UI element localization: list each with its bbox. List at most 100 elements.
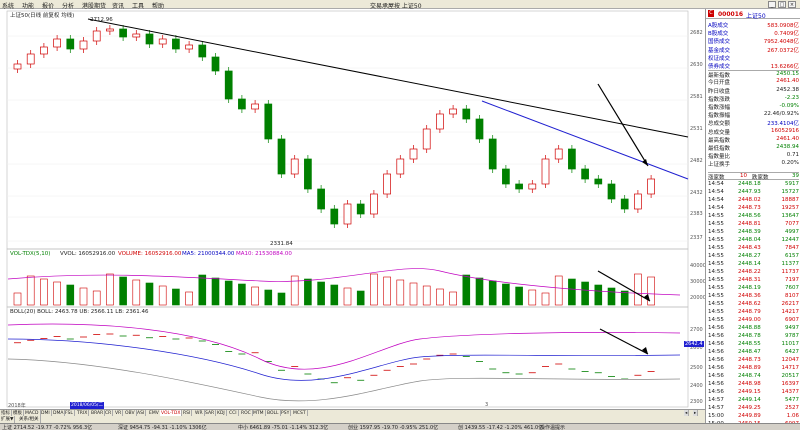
low-price-label: 2331.84 — [270, 241, 293, 247]
tick-row: 14:55 2448.36 8107 — [708, 293, 799, 301]
down-count-label: 跌家数 — [752, 175, 769, 181]
quote-row: 债券成交 13.6266亿 — [708, 62, 799, 70]
volume-bar — [264, 289, 273, 306]
tick-price: 2449.89 — [738, 413, 761, 419]
boll-y-tick: 2400 — [690, 383, 703, 389]
tick-time: 14:55 — [708, 309, 724, 315]
tab-relation[interactable]: 关系/相关 — [18, 416, 41, 423]
quote-row: 上证换手 0.20% — [708, 160, 799, 169]
tick-volume: 2527 — [785, 405, 799, 411]
chart-area[interactable]: 上证50(日线 前复权 均线) 2712.96 2331.84 VOL-TDX(… — [0, 9, 706, 409]
candle — [422, 128, 431, 150]
close-icon[interactable]: × — [788, 1, 796, 8]
vol-y-tick: 30000 — [690, 279, 706, 285]
volume-bar — [13, 292, 22, 306]
volume-bar — [383, 276, 391, 306]
tick-price: 2448.89 — [738, 365, 761, 371]
tick-row: 14:55 2448.56 13647 — [708, 213, 799, 221]
vvol-label: VVOL: 16052916.00 — [60, 251, 116, 257]
quote-header: C 000016 上证50 — [706, 9, 800, 20]
tick-volume: 6157 — [785, 253, 799, 259]
quote-row-label: 债券成交 — [708, 64, 731, 70]
tick-price: 2449.15 — [738, 389, 761, 395]
tick-price: 2448.04 — [738, 237, 761, 243]
tick-volume: 7847 — [785, 245, 799, 251]
tick-price: 2448.98 — [738, 381, 761, 387]
tick-time: 14:56 — [708, 373, 724, 379]
candle — [634, 193, 642, 210]
tick-time: 14:57 — [708, 405, 724, 411]
volume-bar — [396, 279, 405, 306]
volume-bar — [436, 288, 444, 306]
volume-bar — [132, 279, 141, 306]
tick-time: 14:56 — [708, 333, 724, 339]
quote-row-label: 上证换手 — [708, 162, 731, 169]
quote-row-value: 233.4104亿 — [767, 121, 799, 128]
volume-label: VOLUME: 16052916.00 — [118, 251, 182, 257]
kline-chart[interactable] — [0, 9, 705, 409]
tick-time: 14:56 — [708, 349, 724, 355]
tick-volume: 8107 — [785, 293, 799, 299]
tick-time: 14:55 — [708, 221, 724, 227]
volume-bar — [449, 291, 457, 306]
candle — [26, 53, 35, 65]
tick-volume: 1.06 — [786, 413, 799, 419]
main-chart-title: 上证50(日线 前复权 均线) — [10, 13, 75, 19]
tick-row: 14:54 2447.93 15727 — [708, 189, 799, 197]
sub-tabs: 扩展▼ 关系/相关 — [0, 416, 705, 423]
tick-row: 14:56 2448.88 9497 — [708, 325, 799, 333]
tick-time: 14:55 — [708, 229, 724, 235]
maximize-icon[interactable]: □ — [778, 1, 786, 8]
quote-row-label: 指数涨幅 — [708, 105, 731, 111]
tick-price: 2448.19 — [738, 285, 761, 291]
tick-row: 14:55 2448.22 11737 — [708, 269, 799, 277]
quote-row-label: 指数涨跌 — [708, 96, 731, 103]
candle — [40, 46, 48, 55]
volume-bar — [211, 277, 220, 306]
volume-bar — [119, 276, 127, 306]
tick-time: 14:55 — [708, 285, 724, 291]
quote-row: A股成交 583.0908亿 — [708, 21, 799, 29]
tick-row: 14:55 2448.43 7847 — [708, 245, 799, 253]
quote-row-value: 2461.40 — [776, 135, 799, 142]
quote-row-value: 267.0372亿 — [767, 47, 799, 54]
candle — [106, 28, 114, 32]
quote-row: 今日开盘 2461.40 — [708, 78, 799, 87]
quote-row: 总成交量 16052916 — [708, 128, 799, 136]
volume-bar — [238, 283, 246, 306]
volume-bar — [40, 278, 48, 306]
minimize-icon[interactable]: _ — [768, 1, 776, 8]
ma5-label: MA5: 21000344.00 — [182, 251, 235, 257]
tick-row: 14:57 2449.25 2527 — [708, 405, 799, 413]
tick-price: 2448.39 — [738, 229, 761, 235]
tick-time: 14:54 — [708, 181, 724, 187]
tick-volume: 11377 — [781, 261, 800, 267]
candle — [647, 178, 655, 195]
candle — [79, 40, 88, 50]
tick-price: 2448.02 — [738, 197, 761, 203]
volume-bar — [607, 287, 616, 306]
candle — [198, 44, 207, 58]
y-tick: 2432 — [690, 190, 703, 196]
y-tick: 2531 — [690, 126, 703, 132]
candle — [488, 138, 497, 170]
quote-row-label: 基金成交 — [708, 47, 731, 54]
candle — [304, 158, 312, 190]
volume-bar — [475, 277, 484, 306]
tick-time: 14:57 — [708, 397, 724, 403]
tick-time: 14:55 — [708, 261, 724, 267]
volume-bar — [158, 285, 167, 306]
ma10-label: MA10: 21530884.00 — [236, 251, 292, 257]
quote-row-label: A股成交 — [708, 23, 729, 29]
boll-y-tick: 2500 — [690, 365, 703, 371]
quote-row-label: 今日开盘 — [708, 80, 731, 87]
tick-volume: 13647 — [781, 213, 800, 219]
volume-bar — [356, 290, 365, 306]
tick-time: 15:00 — [708, 413, 724, 419]
tab-extend[interactable]: 扩展▼ — [0, 416, 16, 423]
tick-volume: 5477 — [785, 397, 799, 403]
candle — [541, 158, 550, 185]
tick-row: 14:56 2448.74 20517 — [708, 373, 799, 381]
tick-time: 14:56 — [708, 325, 724, 331]
tick-price: 2448.79 — [738, 309, 761, 315]
